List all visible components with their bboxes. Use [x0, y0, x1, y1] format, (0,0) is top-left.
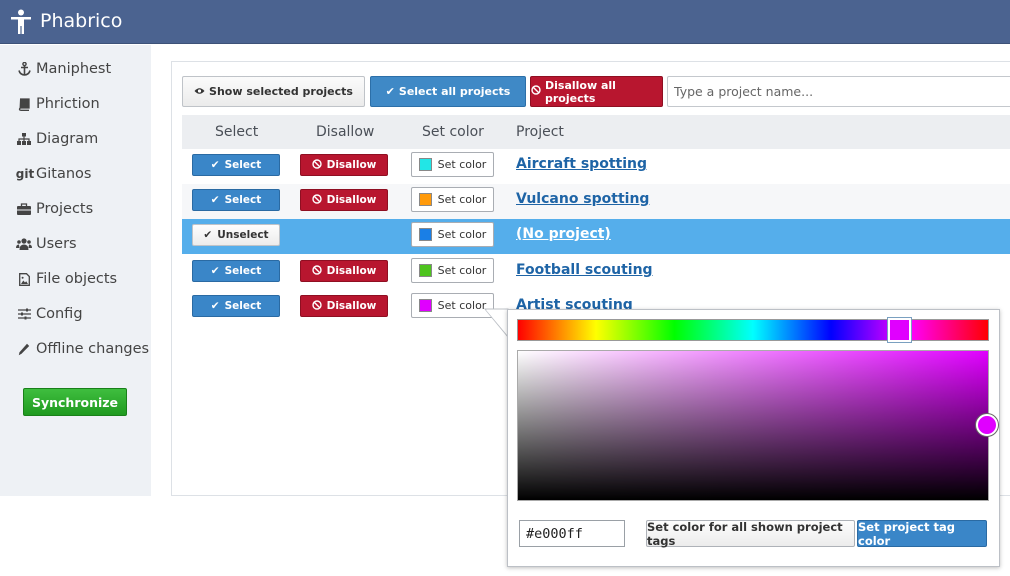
eye-icon [194, 85, 205, 98]
briefcase-icon [16, 203, 32, 215]
set-color-button[interactable]: Set color [411, 258, 494, 283]
hex-color-input[interactable] [519, 520, 625, 547]
table-row: ✔ Unselect Set color (No project) [182, 219, 1010, 254]
synchronize-button[interactable]: Synchronize [23, 388, 127, 416]
ban-icon [311, 193, 322, 207]
users-icon [16, 238, 32, 250]
disallow-button[interactable]: Disallow [300, 189, 388, 211]
project-link[interactable]: (No project) [516, 226, 611, 242]
column-header-project: Project [516, 124, 564, 140]
sidebar-item-config[interactable]: Config [16, 303, 83, 325]
sidebar: Maniphest Phriction Diagram git Gitanos … [0, 45, 151, 496]
check-icon: ✔ [210, 265, 220, 277]
ban-icon [311, 299, 322, 313]
show-selected-projects-button[interactable]: Show selected projects [182, 76, 365, 107]
saturation-value-handle[interactable] [976, 414, 998, 436]
sidebar-item-users[interactable]: Users [16, 233, 77, 255]
disallow-button[interactable]: Disallow [300, 295, 388, 317]
sidebar-item-offline-changes[interactable]: Offline changes [16, 338, 149, 360]
table-row: ✔ Select Disallow Set color Vulcano spott… [182, 184, 1010, 219]
book-icon [16, 97, 32, 111]
app-header: Phabrico [0, 0, 1010, 44]
table-row: ✔ Select Disallow Set color Football scou… [182, 255, 1010, 290]
table-header: Select Disallow Set color Project [182, 115, 1010, 149]
color-swatch [418, 193, 432, 206]
set-color-button[interactable]: Set color [411, 187, 494, 212]
color-swatch [418, 228, 432, 241]
sidebar-item-label: Offline changes [36, 341, 150, 357]
person-icon [11, 9, 31, 34]
sidebar-item-label: Phriction [36, 96, 100, 112]
hue-slider-handle[interactable] [887, 317, 912, 343]
color-swatch [418, 158, 432, 171]
saturation-value-area[interactable] [517, 350, 989, 501]
set-color-button[interactable]: Set color [411, 293, 494, 318]
project-link[interactable]: Vulcano spotting [516, 191, 649, 207]
disallow-button[interactable]: Disallow [300, 154, 388, 176]
ban-icon [311, 158, 322, 172]
color-swatch [418, 299, 432, 312]
sidebar-item-phriction[interactable]: Phriction [16, 93, 100, 115]
set-color-button[interactable]: Set color [411, 152, 494, 177]
ban-icon [311, 264, 322, 278]
app-title: Phabrico [40, 10, 123, 32]
check-icon: ✔ [385, 85, 395, 98]
sliders-icon [16, 308, 32, 320]
select-button[interactable]: ✔ Select [192, 295, 280, 317]
project-search-input[interactable] [667, 76, 1010, 107]
ban-icon [531, 85, 541, 98]
select-button[interactable]: ✔ Select [192, 154, 280, 176]
project-link[interactable]: Aircraft spotting [516, 156, 647, 172]
column-header-select: Select [215, 124, 259, 140]
set-color-button[interactable]: Set color [411, 222, 494, 247]
sidebar-item-gitanos[interactable]: git Gitanos [15, 163, 92, 185]
check-icon: ✔ [210, 194, 220, 206]
check-icon: ✔ [210, 159, 220, 171]
git-icon: git [15, 167, 35, 181]
set-project-tag-color-button[interactable]: Set project tag color [857, 520, 987, 548]
sidebar-item-diagram[interactable]: Diagram [16, 128, 98, 150]
table-row: ✔ Select Disallow Set color Aircraft spot… [182, 149, 1010, 184]
set-color-all-tags-button[interactable]: Set color for all shown project tags [646, 520, 855, 548]
sidebar-item-label: File objects [36, 271, 118, 287]
sidebar-item-projects[interactable]: Projects [16, 198, 93, 220]
unselect-button[interactable]: ✔ Unselect [192, 224, 280, 246]
select-button[interactable]: ✔ Select [192, 189, 280, 211]
file-image-icon [16, 272, 32, 286]
anchor-icon [16, 62, 32, 76]
select-button[interactable]: ✔ Select [192, 260, 280, 282]
project-link[interactable]: Football scouting [516, 262, 653, 278]
hue-slider[interactable] [517, 319, 989, 341]
check-icon: ✔ [203, 229, 213, 241]
select-all-projects-button[interactable]: ✔ Select all projects [370, 76, 526, 107]
disallow-button[interactable]: Disallow [300, 260, 388, 282]
sidebar-item-label: Diagram [36, 131, 99, 147]
disallow-all-projects-button[interactable]: Disallow all projects [530, 76, 663, 107]
sidebar-item-maniphest[interactable]: Maniphest [16, 58, 111, 80]
sidebar-item-label: Users [36, 236, 77, 252]
sidebar-item-label: Maniphest [36, 61, 112, 77]
pencil-icon [16, 343, 32, 356]
sidebar-item-label: Projects [36, 201, 94, 217]
sidebar-item-file-objects[interactable]: File objects [16, 268, 117, 290]
color-swatch [418, 264, 432, 277]
column-header-set-color: Set color [422, 124, 484, 140]
sidebar-item-label: Config [36, 306, 83, 322]
check-icon: ✔ [210, 300, 220, 312]
sidebar-item-label: Gitanos [36, 166, 92, 182]
column-header-disallow: Disallow [316, 124, 375, 140]
sitemap-icon [16, 133, 32, 145]
